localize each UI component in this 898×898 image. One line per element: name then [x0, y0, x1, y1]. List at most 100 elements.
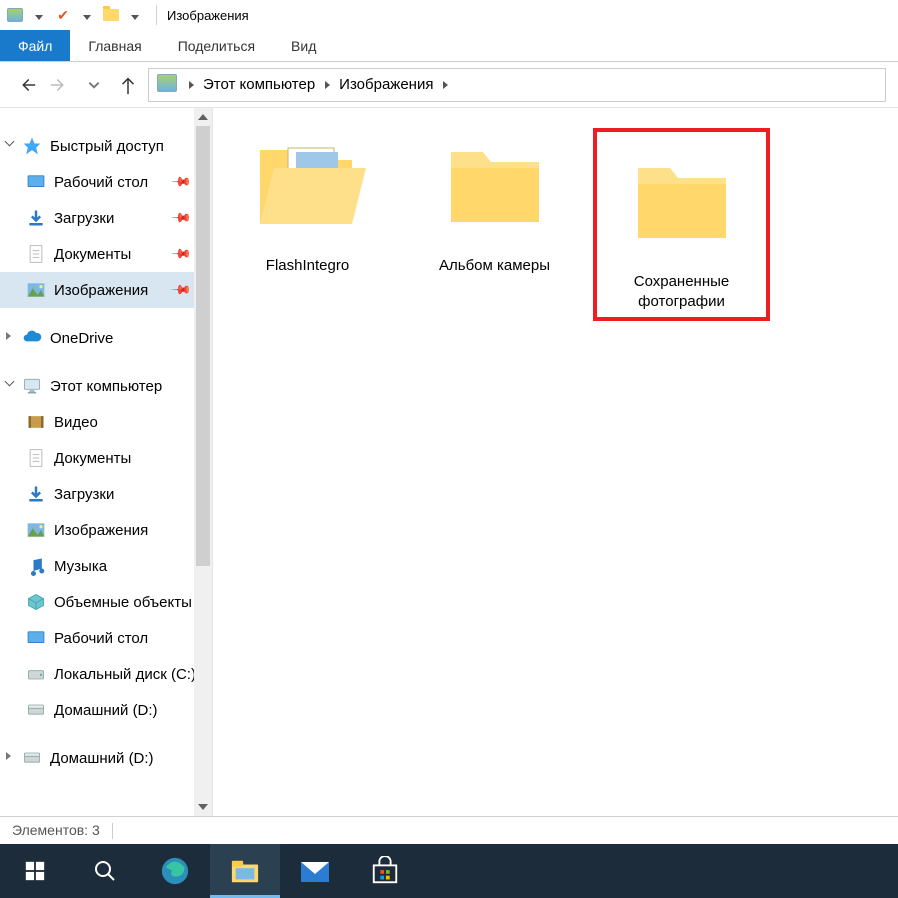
sidebar-item-label: Быстрый доступ: [50, 138, 164, 155]
sidebar-item-видео[interactable]: Видео: [0, 404, 195, 440]
content-pane[interactable]: FlashIntegro Альбом камеры Сохраненные фот…: [213, 108, 898, 816]
sidebar-item-label: Документы: [54, 246, 131, 263]
scrollbar-thumb[interactable]: [196, 126, 210, 566]
sidebar-item-документы[interactable]: Документы: [0, 440, 195, 476]
status-bar: Элементов: 3: [0, 816, 898, 844]
chevron-down-icon[interactable]: [6, 140, 18, 152]
sidebar-item-локальный-диск-c-[interactable]: Локальный диск (C:): [0, 656, 195, 692]
sidebar-item-label: Музыка: [54, 558, 107, 575]
folder-icon: [238, 128, 378, 248]
nav-bar: Этот компьютер Изображения: [0, 62, 898, 107]
sidebar-item-документы[interactable]: Документы 📌: [0, 236, 195, 272]
recent-locations-button[interactable]: [80, 71, 108, 99]
quick-access-dropdown[interactable]: [28, 4, 50, 26]
folder-сохраненные-фотографии[interactable]: Сохраненные фотографии: [593, 128, 770, 321]
folder-label: FlashIntegro: [219, 256, 396, 276]
sidebar-item-label: Загрузки: [54, 210, 114, 227]
sidebar-item-объемные-объекты[interactable]: Объемные объекты: [0, 584, 195, 620]
pin-icon: 📌: [170, 279, 193, 302]
quick-access-dropdown-2[interactable]: [76, 4, 98, 26]
chevron-right-icon[interactable]: [183, 69, 199, 101]
taskbar-edge[interactable]: [140, 844, 210, 898]
sidebar-item-label: Рабочий стол: [54, 174, 148, 191]
taskbar-mail[interactable]: [280, 844, 350, 898]
window-title: Изображения: [163, 8, 249, 23]
sidebar-item-домашний-d-[interactable]: Домашний (D:): [0, 740, 195, 776]
up-button[interactable]: [114, 71, 142, 99]
star-icon: [22, 136, 42, 156]
pin-icon: 📌: [170, 243, 193, 266]
pin-icon: 📌: [170, 207, 193, 230]
folder-альбом-камеры[interactable]: Альбом камеры: [406, 128, 583, 321]
chevron-right-icon[interactable]: [6, 752, 18, 764]
onedrive-icon: [22, 328, 42, 348]
music-icon: [26, 556, 46, 576]
chevron-right-icon[interactable]: [437, 69, 453, 101]
sidebar-item-label: Изображения: [54, 282, 148, 299]
sidebar-item-музыка[interactable]: Музыка: [0, 548, 195, 584]
sidebar-item-onedrive[interactable]: OneDrive: [0, 320, 195, 356]
folder-icon: [425, 128, 565, 248]
sidebar-item-label: Видео: [54, 414, 98, 431]
sidebar-item-label: Этот компьютер: [50, 378, 162, 395]
tab-share[interactable]: Поделиться: [160, 30, 273, 61]
sidebar-scrollbar[interactable]: [194, 108, 212, 816]
file-tab[interactable]: Файл: [0, 30, 70, 61]
pictures-location-icon: [157, 74, 179, 96]
sidebar-item-загрузки[interactable]: Загрузки 📌: [0, 200, 195, 236]
sidebar-item-рабочий-стол[interactable]: Рабочий стол📌: [0, 164, 195, 200]
taskbar-explorer[interactable]: [210, 844, 280, 898]
folder-icon: [100, 4, 122, 26]
download-icon: [26, 484, 46, 504]
video-icon: [26, 412, 46, 432]
chevron-down-icon[interactable]: [6, 380, 18, 392]
breadcrumb-leaf[interactable]: Изображения: [335, 76, 437, 93]
drive-icon: [26, 700, 46, 720]
sidebar-item-label: Домашний (D:): [54, 702, 158, 719]
title-bar: ✔ Изображения: [0, 0, 898, 30]
folder-label: Альбом камеры: [406, 256, 583, 276]
sidebar-item-изображения[interactable]: Изображения 📌: [0, 272, 195, 308]
scroll-up-icon[interactable]: [194, 108, 212, 126]
quick-access-check-icon[interactable]: ✔: [52, 4, 74, 26]
ribbon: Файл Главная Поделиться Вид: [0, 30, 898, 62]
quick-access-overflow[interactable]: [124, 4, 146, 26]
status-item-count: Элементов: 3: [12, 822, 113, 839]
sidebar-item-этот-компьютер[interactable]: Этот компьютер: [0, 368, 195, 404]
taskbar: [0, 844, 898, 898]
folder-flashintegro[interactable]: FlashIntegro: [219, 128, 396, 321]
sidebar-item-label: Локальный диск (C:): [54, 666, 195, 683]
sidebar-item-домашний-d-[interactable]: Домашний (D:): [0, 692, 195, 728]
document-icon: [26, 244, 46, 264]
taskbar-store[interactable]: [350, 844, 420, 898]
sidebar-item-label: Рабочий стол: [54, 630, 148, 647]
sidebar-item-label: Домашний (D:): [50, 750, 154, 767]
pc-icon: [22, 376, 42, 396]
desktop-icon: [26, 172, 46, 192]
3d-icon: [26, 592, 46, 612]
file-tab-label: Файл: [18, 38, 52, 54]
start-button[interactable]: [0, 844, 70, 898]
sidebar-item-label: Загрузки: [54, 486, 114, 503]
tab-home-label: Главная: [88, 38, 141, 54]
back-button[interactable]: [12, 71, 40, 99]
scroll-down-icon[interactable]: [194, 798, 212, 816]
tab-share-label: Поделиться: [178, 38, 255, 54]
breadcrumb[interactable]: Этот компьютер Изображения: [148, 68, 886, 102]
pictures-library-icon: [4, 4, 26, 26]
tab-home[interactable]: Главная: [70, 30, 159, 61]
sidebar-item-загрузки[interactable]: Загрузки: [0, 476, 195, 512]
sidebar-item-label: OneDrive: [50, 330, 113, 347]
chevron-right-icon[interactable]: [6, 332, 18, 344]
tab-view[interactable]: Вид: [273, 30, 334, 61]
search-button[interactable]: [70, 844, 140, 898]
sidebar: Быстрый доступРабочий стол📌Загрузки📌Доку…: [0, 108, 213, 816]
forward-button[interactable]: [46, 71, 74, 99]
sidebar-item-рабочий-стол[interactable]: Рабочий стол: [0, 620, 195, 656]
breadcrumb-root[interactable]: Этот компьютер: [199, 76, 319, 93]
sidebar-item-быстрый-доступ[interactable]: Быстрый доступ: [0, 128, 195, 164]
sidebar-item-изображения[interactable]: Изображения: [0, 512, 195, 548]
sidebar-item-label: Документы: [54, 450, 131, 467]
document-icon: [26, 448, 46, 468]
chevron-right-icon[interactable]: [319, 69, 335, 101]
